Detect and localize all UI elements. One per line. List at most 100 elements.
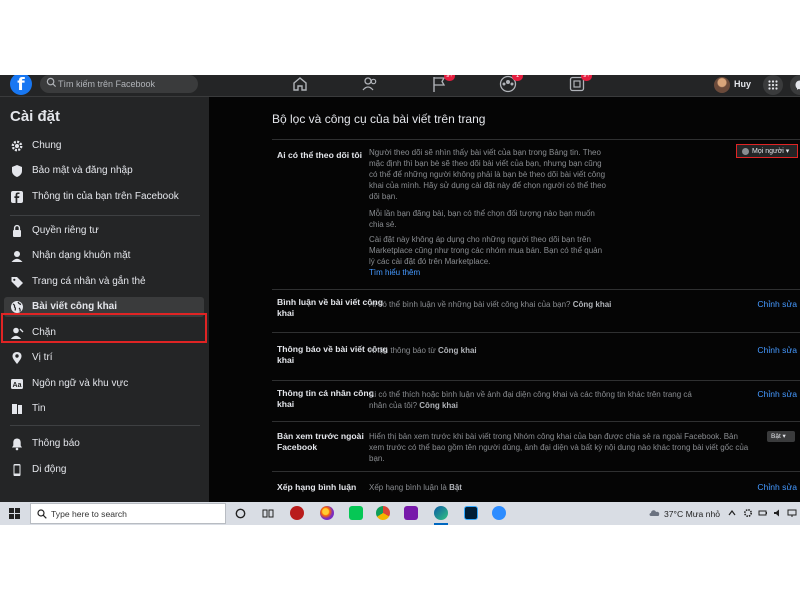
description-line: bạn. [369,454,385,463]
battery-icon[interactable] [758,508,768,518]
page-title: Bộ lọc và công cụ của bài viết trên tran… [272,112,486,126]
gear-icon [11,140,23,152]
search-icon [46,77,57,88]
bell-icon [12,438,22,451]
edit-button[interactable]: Chỉnh sửa [757,299,797,309]
svg-text:Aa: Aa [13,382,22,389]
chevron-up-icon[interactable] [727,508,737,518]
sidebar-item-label: Quyền riêng tư [32,225,99,236]
book-icon [12,404,22,414]
weather-text[interactable]: 37°C Mưa nhỏ [664,509,720,519]
audience-selector[interactable]: Mọi người ▾ [736,144,798,158]
sidebar-item-security[interactable]: Bảo mật và đăng nhập [4,161,204,181]
network-icon[interactable] [787,508,797,518]
photoshop-icon[interactable] [464,506,478,520]
volume-icon[interactable] [773,508,783,518]
menu-button[interactable] [763,75,783,95]
public-posts-settings-panel: Bộ lọc và công cụ của bài viết trên tran… [209,97,800,525]
description-text: Xếp hạng bình luận là [369,483,447,492]
description-line: Hiển thị bản xem trước khi bài viết tron… [369,432,738,441]
description-text: Ai có thể bình luận về những bài viết cô… [369,300,571,309]
user-name: Huy [734,79,752,89]
friends-icon[interactable] [361,75,379,93]
game-app-icon[interactable] [290,506,304,520]
task-view-icon[interactable] [262,508,274,519]
face-icon [11,251,23,262]
sidebar-item-privacy[interactable]: Quyền riêng tư [4,221,204,241]
sidebar-item-label: Bài viết công khai [32,301,118,312]
lock-icon [13,224,21,237]
language-icon: Aa [11,379,23,389]
windows-start-icon[interactable] [9,508,20,519]
settings-sidebar: Cài đặt Chung Bảo mật và đăng nhập Thông… [0,97,209,525]
edit-button[interactable]: Chỉnh sửa [757,482,797,492]
edit-button[interactable]: Chỉnh sửa [757,389,797,399]
zalo-icon[interactable] [492,506,506,520]
messenger-button[interactable] [790,75,800,95]
taskbar-search-box[interactable] [30,503,226,524]
sidebar-item-label: Vị trí [32,352,53,363]
search-input[interactable] [58,75,194,93]
line-app-icon[interactable] [349,506,363,520]
sidebar-divider [10,215,200,216]
sidebar-item-language-and-region[interactable]: Aa Ngôn ngữ và khu vực [4,374,204,394]
grid-menu-icon [768,80,778,90]
row-divider [272,380,800,381]
description-line: Marketplace cũng như trong các nhóm mua … [369,246,603,255]
sidebar-item-mobile[interactable]: Di động [4,460,204,480]
sidebar-item-general[interactable]: Chung [4,136,204,156]
messenger-icon [795,80,800,90]
facebook-icon [11,191,23,203]
sidebar-item-your-facebook-information[interactable]: Thông tin của bạn trên Facebook [4,187,204,207]
cortana-icon[interactable] [235,508,246,519]
sidebar-item-label: Chung [32,140,62,151]
description-line: nhân của tôi? [369,401,418,410]
edge-icon[interactable] [434,506,448,520]
sidebar-item-stories[interactable]: Tin [4,399,204,419]
sidebar-item-profile-and-tagging[interactable]: Trang cá nhân và gắn thẻ [4,272,204,292]
learn-more-link[interactable]: Tìm hiểu thêm [369,268,420,277]
sidebar-item-label: Tin [32,403,46,414]
setting-value: Công khai [419,401,458,410]
preview-toggle-dropdown[interactable]: Bật ▾ [767,431,795,442]
description-line: Cài đặt này không áp dụng cho những ngườ… [369,235,591,244]
facebook-search[interactable] [40,75,198,93]
firefox-icon[interactable] [320,506,334,520]
mobile-icon [13,464,21,476]
home-icon[interactable] [291,75,309,93]
chrome-icon[interactable] [376,506,390,520]
row-divider [272,421,800,422]
onenote-icon[interactable] [404,506,418,520]
description-line: khai của mình. Hãy sử dụng cài đặt này đ… [369,181,606,190]
setting-description: Xếp hạng bình luận là Bật [369,482,462,493]
sidebar-item-label: Chặn [32,327,56,338]
facebook-logo[interactable]: f [10,75,32,95]
description-text: Nhận thông báo từ [369,346,436,355]
setting-description: Ai có thể thích hoặc bình luận về ảnh đạ… [369,389,692,411]
description-line: lý các cài đặt đó trên Marketplace. [369,257,491,266]
pages-badge: 9+ [444,75,455,81]
sidebar-item-face-recognition[interactable]: Nhận dạng khuôn mặt [4,246,204,266]
globe-icon [742,148,749,155]
edit-button[interactable]: Chỉnh sửa [757,345,797,355]
sidebar-item-blocking[interactable]: Chặn [4,323,204,343]
taskbar-search-input[interactable] [51,506,221,521]
active-app-indicator [434,523,448,525]
row-divider [272,471,800,472]
sidebar-divider [10,425,200,426]
sidebar-item-notifications[interactable]: Thông báo [4,434,204,454]
setting-value: Công khai [572,300,612,309]
setting-description-note: Mỗi lần bạn đăng bài, bạn có thể chọn đố… [369,208,595,230]
gaming-badge: 9+ [581,75,592,81]
setting-description-marketplace: Cài đặt này không áp dụng cho những ngườ… [369,234,602,267]
row-divider [272,139,800,140]
setting-description: Hiển thị bản xem trước khi bài viết tron… [369,431,748,464]
setting-value: Bật [449,483,462,492]
settings-tray-icon[interactable] [743,508,753,518]
weather-cloud-icon [649,510,660,516]
description-line: Ai có thể thích hoặc bình luận về ảnh đạ… [369,390,692,399]
row-divider [272,332,800,333]
sidebar-item-location[interactable]: Vị trí [4,348,204,368]
sidebar-item-label: Thông báo [32,438,80,449]
sidebar-item-label: Thông tin của bạn trên Facebook [32,191,179,202]
